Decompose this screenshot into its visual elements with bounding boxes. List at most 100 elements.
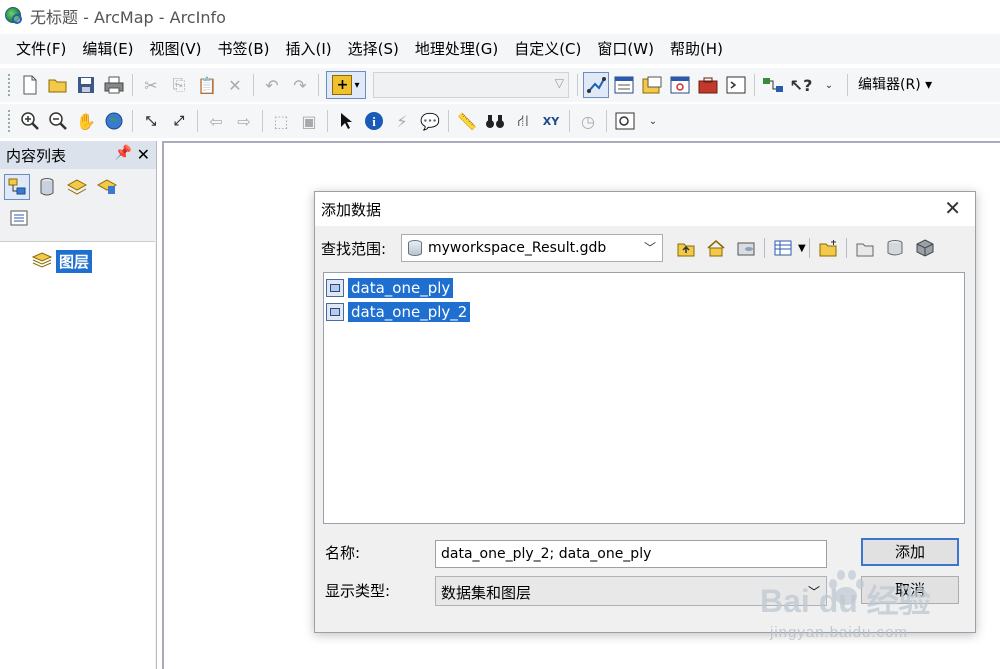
- show-of-type-select[interactable]: 数据集和图层 ﹀: [435, 576, 827, 606]
- menu-customize[interactable]: 自定义(C): [506, 34, 589, 64]
- standard-toolbar: ✂ ⎘ 📋 ✕ ↶ ↷ + ▾ ▽ ↖? ⌄ 编辑器(R) ▾: [0, 68, 1000, 102]
- back-arrow-icon[interactable]: ⇦: [203, 108, 229, 134]
- tools-toolbar: ✋ ⤡ ⤢ ⇦ ⇨ ⬚ ▣ i ⚡ 💬 📏 ⛙ XY ◷ ⌄: [0, 104, 1000, 138]
- file-item[interactable]: data_one_ply_2: [326, 301, 471, 323]
- table-of-contents-icon[interactable]: [611, 72, 637, 98]
- dialog-title: 添加数据: [321, 200, 382, 219]
- new-folder-icon[interactable]: [853, 236, 877, 260]
- add-button[interactable]: 添加: [861, 538, 959, 566]
- fixed-zoom-in-icon[interactable]: ⤡: [138, 108, 164, 134]
- toolbar-grip[interactable]: [8, 74, 12, 96]
- save-icon[interactable]: [73, 72, 99, 98]
- menu-help[interactable]: 帮助(H): [662, 34, 731, 64]
- file-item[interactable]: data_one_ply: [326, 277, 454, 299]
- measure-icon[interactable]: 📏: [454, 108, 480, 134]
- layers-node[interactable]: 图层: [31, 250, 93, 273]
- layers-label[interactable]: 图层: [56, 250, 93, 273]
- toolbar-separator: [577, 74, 578, 96]
- arctoolbox-icon[interactable]: [695, 72, 721, 98]
- list-by-selection-icon[interactable]: [94, 174, 120, 200]
- redo-icon[interactable]: ↷: [287, 72, 313, 98]
- delete-icon[interactable]: ✕: [222, 72, 248, 98]
- go-to-default-geodatabase-icon[interactable]: [734, 236, 758, 260]
- lookin-label: 查找范围:: [321, 239, 387, 258]
- name-input[interactable]: data_one_ply_2; data_one_ply: [435, 540, 827, 568]
- menu-geoprocessing[interactable]: 地理处理(G): [407, 34, 506, 64]
- menu-bookmarks[interactable]: 书签(B): [210, 34, 278, 64]
- menu-windows[interactable]: 窗口(W): [589, 34, 662, 64]
- go-to-xy-icon[interactable]: XY: [538, 108, 564, 134]
- time-slider-icon[interactable]: ◷: [575, 108, 601, 134]
- zoom-out-icon[interactable]: [45, 108, 71, 134]
- select-elements-arrow-icon[interactable]: [333, 108, 359, 134]
- pin-icon[interactable]: 📌: [115, 145, 132, 161]
- close-icon[interactable]: ✕: [137, 145, 150, 164]
- cut-icon[interactable]: ✂: [138, 72, 164, 98]
- view-menu-icon[interactable]: [771, 236, 795, 260]
- paste-icon[interactable]: 📋: [194, 72, 220, 98]
- pan-hand-icon[interactable]: ✋: [73, 108, 99, 134]
- menu-selection[interactable]: 选择(S): [340, 34, 407, 64]
- menu-edit[interactable]: 编辑(E): [74, 34, 141, 64]
- list-by-source-icon[interactable]: [34, 174, 60, 200]
- html-popup-icon[interactable]: 💬: [417, 108, 443, 134]
- connect-to-folder-icon[interactable]: [816, 236, 840, 260]
- search-window-icon[interactable]: [667, 72, 693, 98]
- toolbar-overflow-icon[interactable]: ⌄: [640, 108, 666, 134]
- zoom-in-icon[interactable]: [17, 108, 43, 134]
- feature-class-icon: [326, 303, 344, 321]
- options-list-icon[interactable]: [10, 210, 28, 230]
- map-scale-combo[interactable]: ▽: [373, 72, 569, 98]
- editor-toolbar-icon[interactable]: [583, 72, 609, 98]
- home-icon[interactable]: [704, 236, 728, 260]
- show-of-type-label: 显示类型:: [325, 582, 391, 600]
- toolbar-overflow-icon[interactable]: ⌄: [816, 72, 842, 98]
- fixed-zoom-out-icon[interactable]: ⤢: [166, 108, 192, 134]
- menu-bar: 文件(F) 编辑(E) 视图(V) 书签(B) 插入(I) 选择(S) 地理处理…: [0, 34, 1000, 64]
- toolbar-separator: [253, 74, 254, 96]
- whats-this-icon[interactable]: ↖?: [788, 72, 814, 98]
- menu-view[interactable]: 视图(V): [142, 34, 210, 64]
- hyperlink-icon[interactable]: ⚡: [389, 108, 415, 134]
- python-window-icon[interactable]: [723, 72, 749, 98]
- menu-insert[interactable]: 插入(I): [278, 34, 340, 64]
- toc-header: 内容列表 📌 ✕: [0, 141, 156, 169]
- up-one-level-icon[interactable]: [674, 236, 698, 260]
- toc-view-tabs: [0, 169, 156, 205]
- chevron-down-icon[interactable]: ▼: [798, 243, 806, 254]
- new-geodatabase-icon[interactable]: [883, 236, 907, 260]
- clear-selection-icon[interactable]: ▣: [296, 108, 322, 134]
- menu-file[interactable]: 文件(F): [8, 34, 74, 64]
- new-document-icon[interactable]: [17, 72, 43, 98]
- lookin-combo[interactable]: myworkspace_Result.gdb ﹀: [401, 234, 663, 262]
- file-list[interactable]: data_one_ply data_one_ply_2: [323, 272, 965, 524]
- open-folder-icon[interactable]: [45, 72, 71, 98]
- identify-icon[interactable]: i: [361, 108, 387, 134]
- model-builder-icon[interactable]: [760, 72, 786, 98]
- forward-arrow-icon[interactable]: ⇨: [231, 108, 257, 134]
- catalog-window-icon[interactable]: [639, 72, 665, 98]
- layers-stack-icon: [31, 251, 53, 272]
- list-by-visibility-icon[interactable]: [64, 174, 90, 200]
- full-extent-globe-icon[interactable]: [101, 108, 127, 134]
- create-viewer-window-icon[interactable]: [612, 108, 638, 134]
- add-data-button[interactable]: + ▾: [326, 71, 366, 99]
- toc-title: 内容列表: [6, 146, 67, 165]
- new-toolbox-icon[interactable]: [913, 236, 937, 260]
- select-features-icon[interactable]: ⬚: [268, 108, 294, 134]
- find-binoculars-icon[interactable]: [482, 108, 508, 134]
- toolbar-separator: [197, 110, 198, 132]
- toolbar-separator: [327, 110, 328, 132]
- close-icon[interactable]: ✕: [944, 196, 961, 220]
- find-route-icon[interactable]: ⛙: [510, 108, 536, 134]
- editor-menu-button[interactable]: 编辑器(R) ▾: [852, 72, 938, 98]
- add-data-icon: +: [332, 75, 353, 95]
- cancel-button[interactable]: 取消: [861, 576, 959, 604]
- undo-icon[interactable]: ↶: [259, 72, 285, 98]
- toolbar-separator: [132, 74, 133, 96]
- toolbar-grip[interactable]: [8, 110, 12, 132]
- chevron-down-icon: ▽: [554, 76, 564, 90]
- print-icon[interactable]: [101, 72, 127, 98]
- copy-icon[interactable]: ⎘: [166, 72, 192, 98]
- list-by-drawing-order-icon[interactable]: [4, 174, 30, 200]
